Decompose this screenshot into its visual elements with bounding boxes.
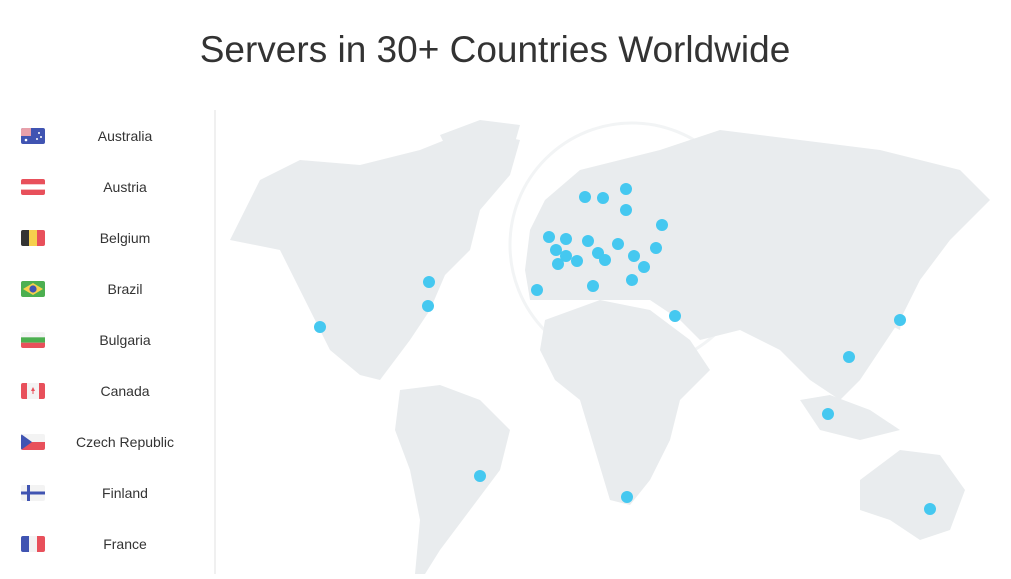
server-location-dot [669,310,681,322]
server-location-dot [656,219,668,231]
server-location-dot [924,503,936,515]
czech-republic-flag-icon [21,434,45,450]
server-location-dot [612,238,624,250]
canada-flag-icon [21,383,45,399]
bulgaria-flag-icon [21,332,45,348]
country-item-bulgaria[interactable]: Bulgaria [0,320,214,360]
page-title: Servers in 30+ Countries Worldwide [199,28,791,70]
france-flag-icon [21,536,45,552]
country-item-finland[interactable]: Finland [0,473,214,513]
world-map [216,110,1011,574]
server-location-dot [628,250,640,262]
finland-flag-icon [21,485,45,501]
server-location-dot [571,255,583,267]
server-location-dot [560,233,572,245]
country-label: Australia [97,128,153,144]
server-location-dot [650,242,662,254]
server-location-dot [597,192,609,204]
southeast-asia [800,395,900,440]
country-label: Canada [100,383,150,399]
country-label: Belgium [99,230,151,246]
server-location-dot [638,261,650,273]
australia-flag-icon [21,128,45,144]
country-item-belgium[interactable]: Belgium [0,218,214,258]
country-item-canada[interactable]: Canada [0,371,214,411]
server-location-dot [422,300,434,312]
server-location-dot [621,491,633,503]
austria-flag-icon [21,179,45,195]
world-map-land [230,120,990,574]
country-label: Bulgaria [99,332,151,348]
country-item-france[interactable]: France [0,524,214,564]
server-location-dot [894,314,906,326]
server-location-dot [543,231,555,243]
server-location-dot [599,254,611,266]
country-label: Finland [102,485,148,501]
country-list: Australia Austria Belgium Brazil Bulgari… [0,110,216,574]
country-label: Austria [103,179,147,195]
server-location-dot [587,280,599,292]
server-location-dot [552,258,564,270]
country-item-australia[interactable]: Australia [0,116,214,156]
brazil-flag-icon [21,281,45,297]
country-label: Brazil [107,281,143,297]
server-location-dot [626,274,638,286]
belgium-flag-icon [21,230,45,246]
country-label: Czech Republic [75,434,175,450]
south-america [395,385,510,574]
server-location-dot [822,408,834,420]
country-label: France [103,536,147,552]
server-location-dot [843,351,855,363]
australia [860,450,965,540]
africa [540,300,710,505]
server-location-dot [620,183,632,195]
server-location-dot [314,321,326,333]
server-location-dot [531,284,543,296]
server-location-dot [579,191,591,203]
server-location-dot [582,235,594,247]
server-location-dot [423,276,435,288]
country-item-austria[interactable]: Austria [0,167,214,207]
server-location-dot [474,470,486,482]
country-item-czech-republic[interactable]: Czech Republic [0,422,214,462]
country-item-brazil[interactable]: Brazil [0,269,214,309]
server-location-dot [620,204,632,216]
